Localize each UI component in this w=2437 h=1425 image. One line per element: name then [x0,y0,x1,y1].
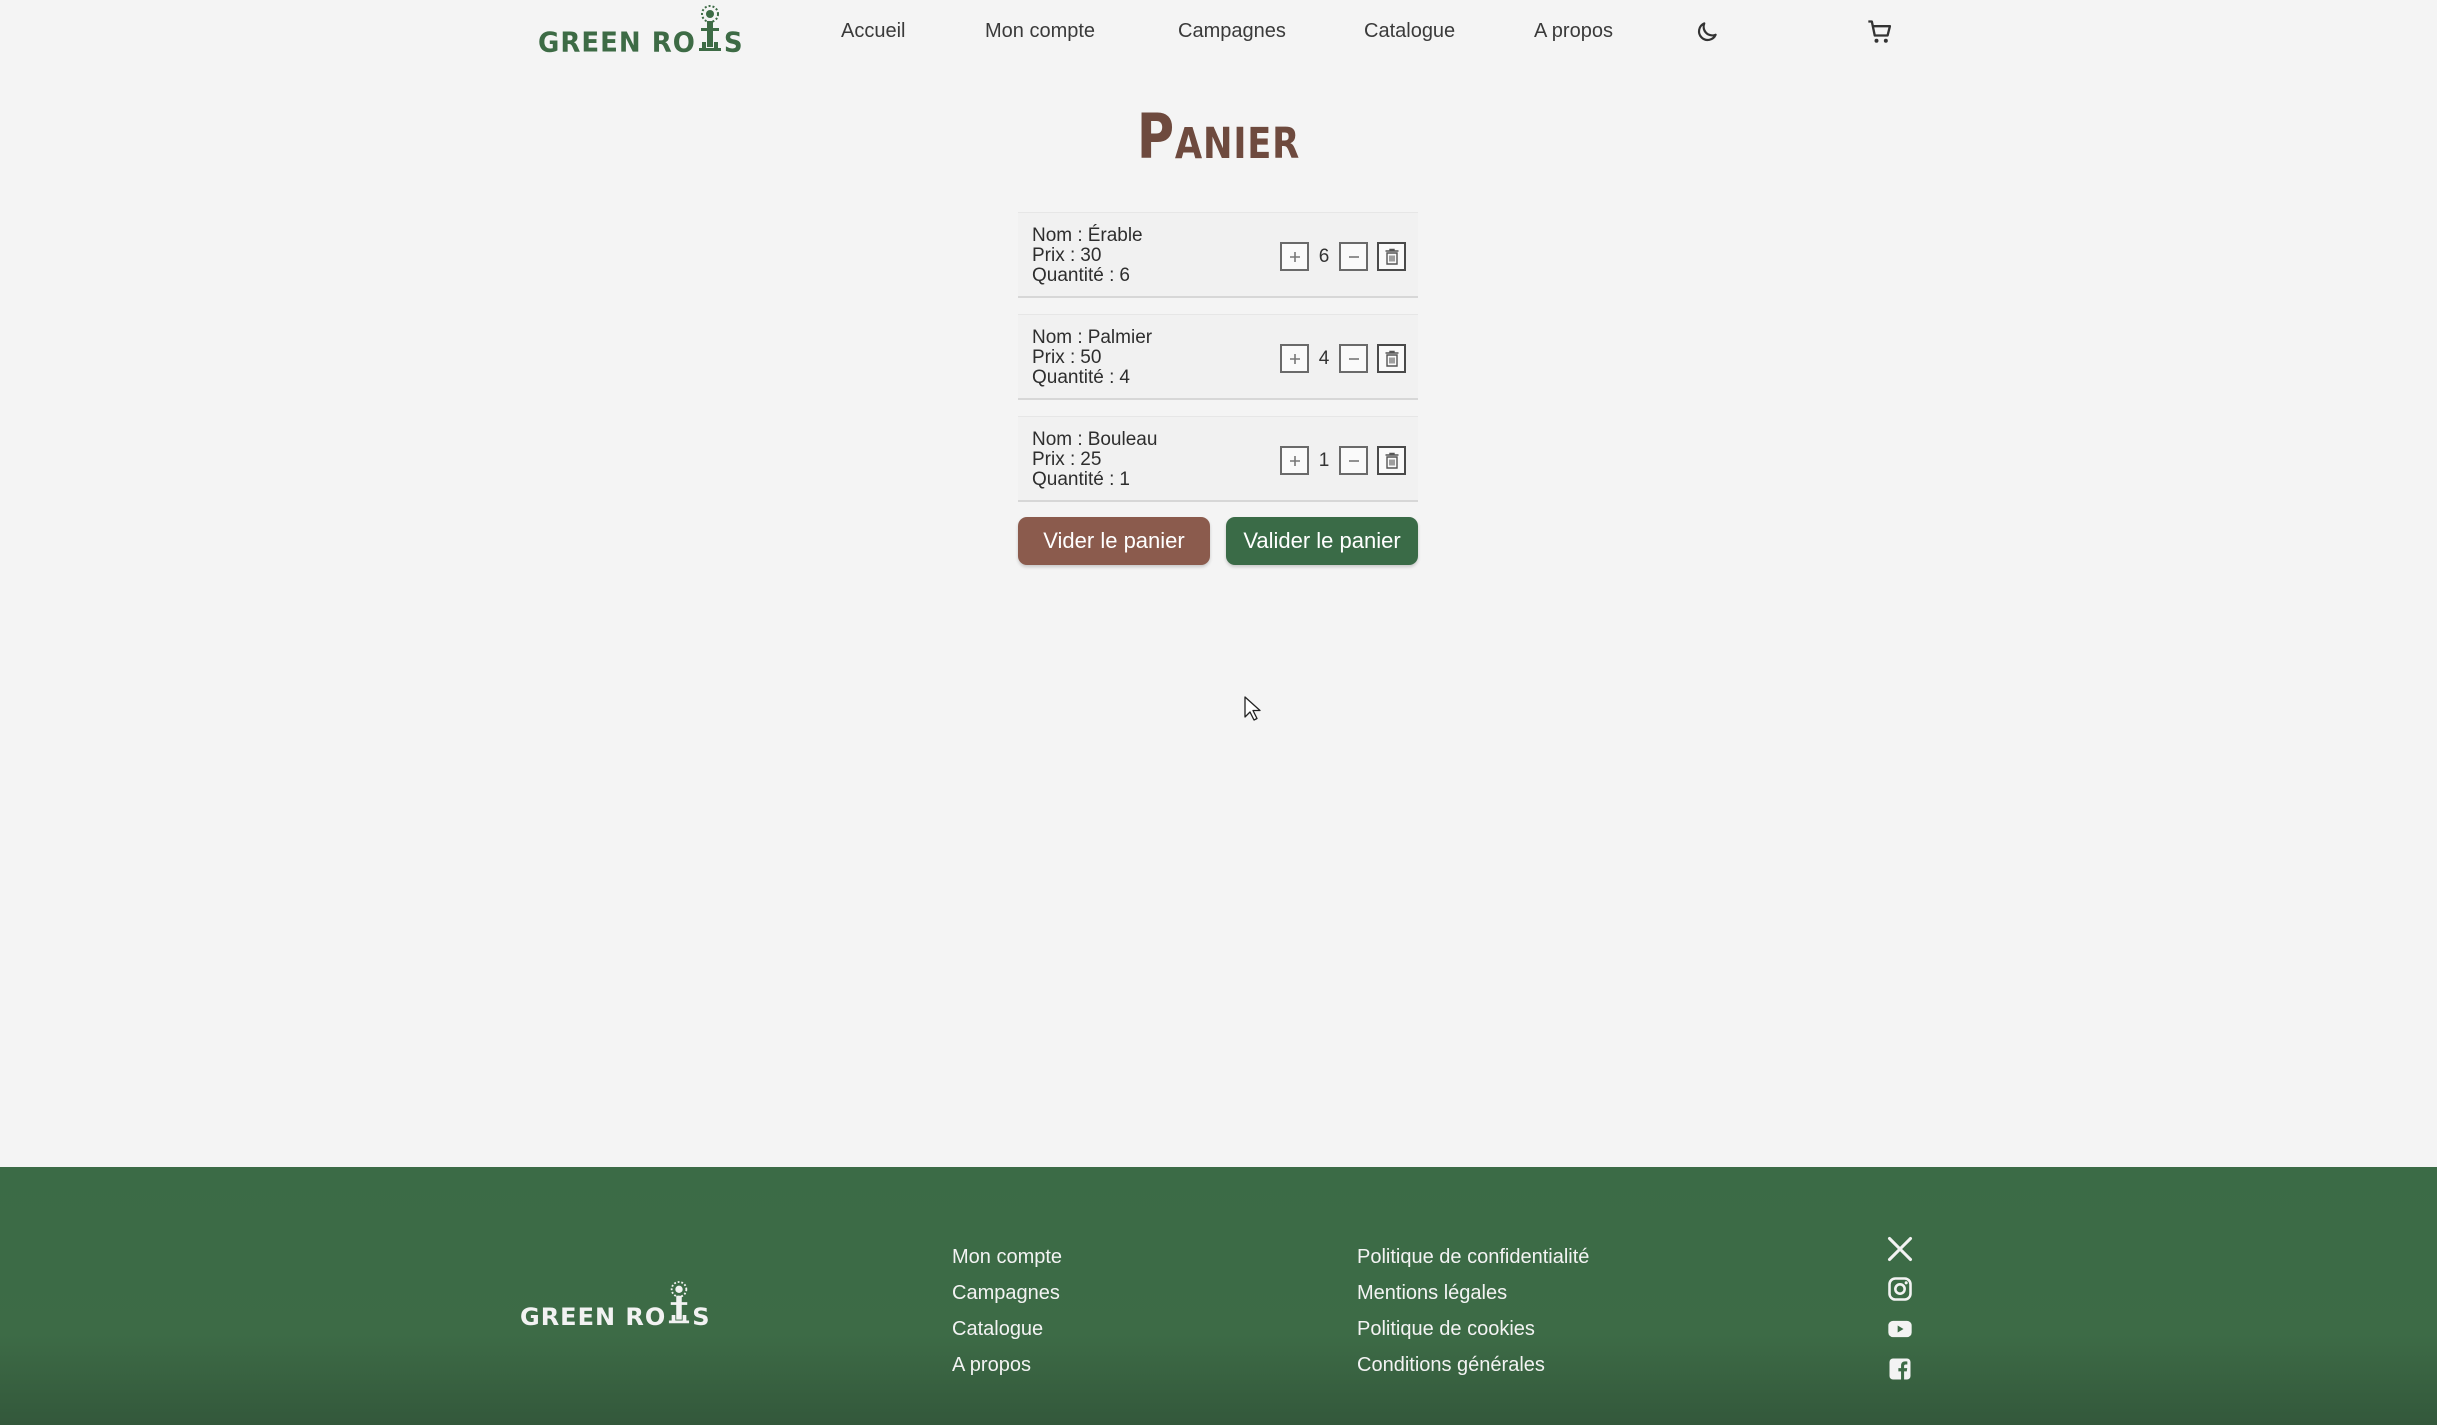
decrease-button[interactable] [1339,446,1368,475]
minus-icon [1348,459,1359,462]
item-quantity: 1 [1119,469,1130,490]
nav-accueil[interactable]: Accueil [841,20,905,43]
tree-logo-icon [669,1281,690,1324]
footer-nav: Mon compte Campagnes Catalogue A propos [952,1239,1062,1383]
trash-icon [1385,452,1398,469]
brand-name-right: S [692,1303,711,1331]
nav-mon-compte[interactable]: Mon compte [985,20,1095,43]
item-info: Nom : Bouleau Prix :25 Quantité :1 [1032,430,1157,490]
increase-button[interactable] [1280,242,1309,271]
item-name: Palmier [1087,327,1153,348]
youtube-icon[interactable] [1886,1315,1914,1343]
footer-link-catalogue[interactable]: Catalogue [952,1311,1062,1347]
plus-icon [1289,353,1300,364]
minus-icon [1348,255,1359,258]
name-label: Nom : [1032,327,1083,348]
price-label: Prix : [1032,449,1076,470]
footer-brand-logo[interactable]: GREEN RO S [520,1279,711,1329]
site-header: GREEN RO S Accueil Mon compte Campagnes … [0,0,2437,66]
item-controls: 1 [1280,446,1406,475]
item-quantity: 6 [1119,265,1130,286]
footer-link-a-propos[interactable]: A propos [952,1347,1062,1383]
item-controls: 4 [1280,344,1406,373]
item-price: 25 [1080,449,1102,470]
item-info: Nom : Érable Prix :30 Quantité :6 [1032,226,1143,286]
cart-actions: Vider le panier Valider le panier [1018,517,1418,565]
footer-link-legal-notices[interactable]: Mentions légales [1357,1275,1589,1311]
minus-icon [1348,357,1359,360]
price-label: Prix : [1032,245,1076,266]
trash-icon [1385,350,1398,367]
footer-link-privacy[interactable]: Politique de confidentialité [1357,1239,1589,1275]
nav-campagnes[interactable]: Campagnes [1178,20,1286,43]
brand-name-left: GREEN RO [538,27,696,59]
quantity-label: Quantité : [1032,367,1115,388]
quantity-label: Quantité : [1032,265,1115,286]
decrease-button[interactable] [1339,344,1368,373]
name-label: Nom : [1032,429,1083,450]
moon-icon[interactable] [1694,19,1720,45]
footer-link-cookies[interactable]: Politique de cookies [1357,1311,1589,1347]
footer-link-mon-compte[interactable]: Mon compte [952,1239,1062,1275]
empty-cart-button[interactable]: Vider le panier [1018,517,1210,565]
nav-catalogue[interactable]: Catalogue [1364,20,1455,43]
quantity-value: 6 [1318,245,1330,267]
item-info: Nom : Palmier Prix :50 Quantité :4 [1032,328,1152,388]
footer-link-terms[interactable]: Conditions générales [1357,1347,1589,1383]
delete-button[interactable] [1377,344,1406,373]
delete-button[interactable] [1377,446,1406,475]
brand-logo[interactable]: GREEN RO S [538,4,744,59]
validate-cart-button[interactable]: Valider le panier [1226,517,1418,565]
item-price: 50 [1080,347,1102,368]
instagram-icon[interactable] [1886,1275,1914,1303]
item-price: 30 [1080,245,1102,266]
price-label: Prix : [1032,347,1076,368]
footer-link-campagnes[interactable]: Campagnes [952,1275,1062,1311]
cart-item: Nom : Bouleau Prix :25 Quantité :1 1 [1018,416,1418,502]
item-controls: 6 [1280,242,1406,271]
footer-legal: Politique de confidentialité Mentions lé… [1357,1239,1589,1383]
brand-name-right: S [723,27,744,59]
cart-item: Nom : Palmier Prix :50 Quantité :4 4 [1018,314,1418,400]
social-links [1886,1235,1916,1395]
increase-button[interactable] [1280,446,1309,475]
delete-button[interactable] [1377,242,1406,271]
site-footer: GREEN RO S Mon compte Campagnes Catalogu… [0,1167,2437,1425]
facebook-icon[interactable] [1886,1355,1914,1383]
plus-icon [1289,455,1300,466]
cart-icon[interactable] [1866,18,1894,46]
nav-a-propos[interactable]: A propos [1534,20,1613,43]
item-name: Bouleau [1087,429,1158,450]
brand-name-left: GREEN RO [520,1303,667,1331]
page-title: Panier [1136,100,1301,173]
quantity-value: 1 [1318,449,1330,471]
name-label: Nom : [1032,225,1083,246]
decrease-button[interactable] [1339,242,1368,271]
mouse-cursor-icon [1244,696,1261,721]
x-icon[interactable] [1886,1235,1914,1263]
increase-button[interactable] [1280,344,1309,373]
item-name: Érable [1087,225,1143,246]
trash-icon [1385,248,1398,265]
tree-logo-icon [698,5,721,51]
item-quantity: 4 [1119,367,1130,388]
quantity-value: 4 [1318,347,1330,369]
quantity-label: Quantité : [1032,469,1115,490]
cart-list: Nom : Érable Prix :30 Quantité :6 6 Nom … [1018,212,1418,518]
plus-icon [1289,251,1300,262]
cart-item: Nom : Érable Prix :30 Quantité :6 6 [1018,212,1418,298]
